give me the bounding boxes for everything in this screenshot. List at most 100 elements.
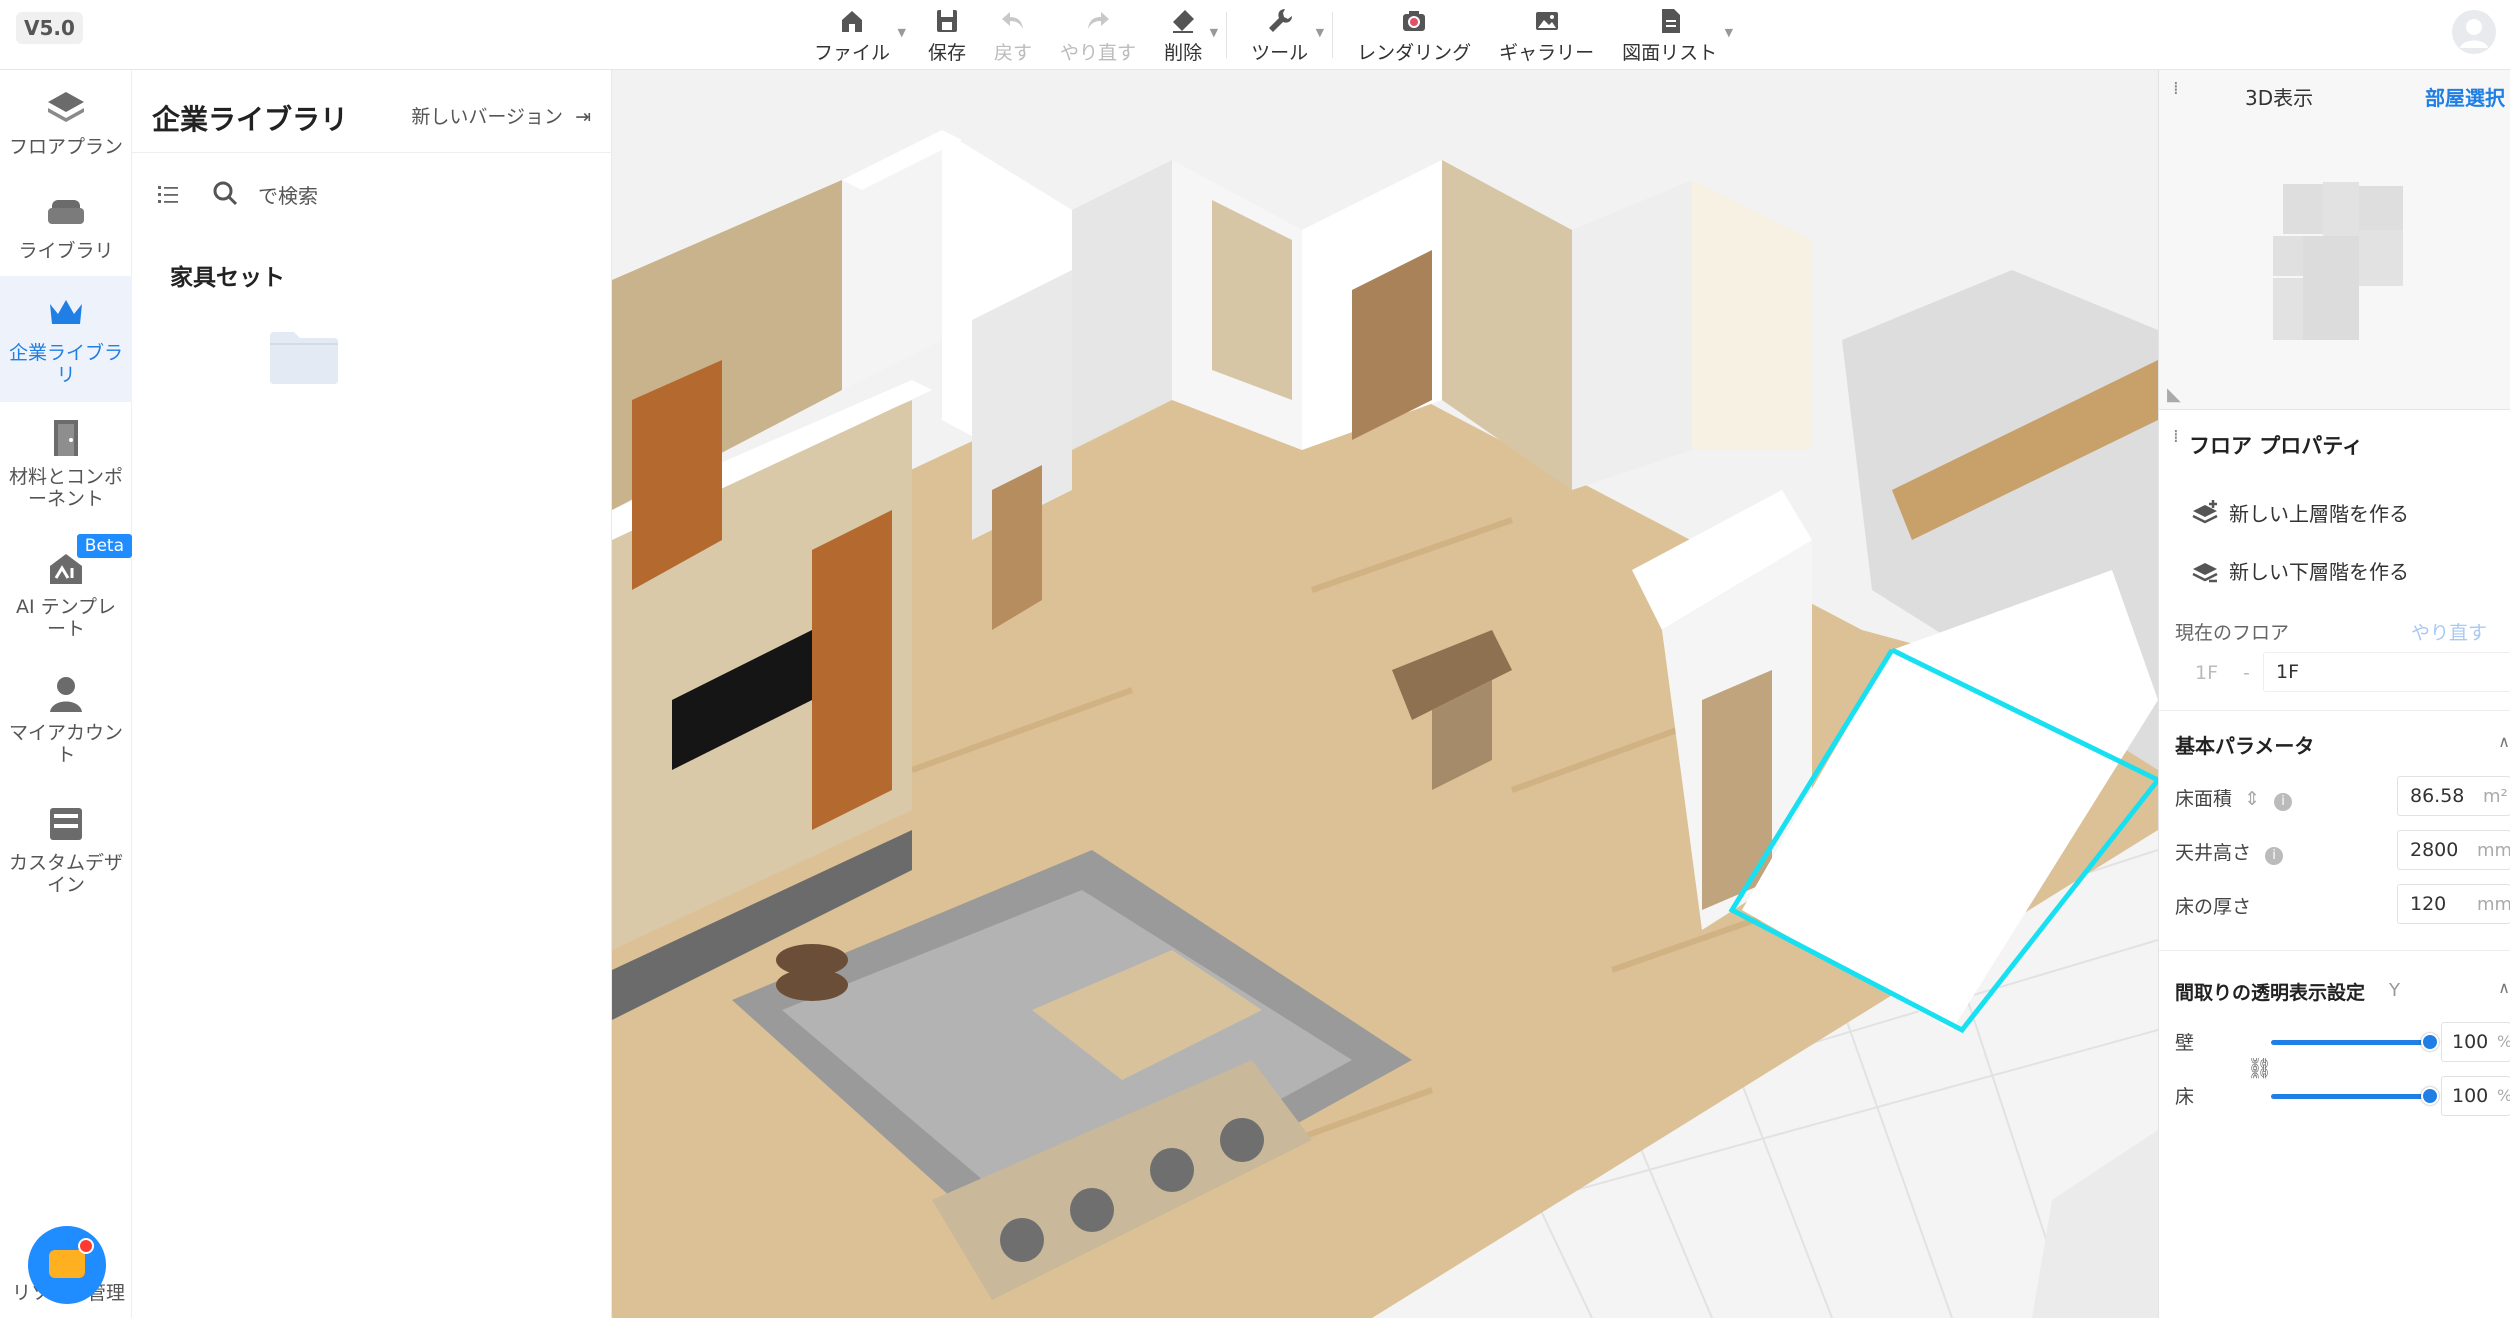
toolbar-divider	[1332, 12, 1334, 58]
search-input[interactable]: で検索	[258, 180, 318, 209]
drag-handle-icon[interactable]: ⁞	[2173, 80, 2183, 108]
transparency-key: Y	[2389, 980, 2400, 1001]
current-floor-redo[interactable]: やり直す	[2411, 618, 2487, 645]
new-version-link[interactable]: 新しいバージョン ⇥	[411, 102, 591, 129]
floor-props-title: フロア プロパティ	[2189, 434, 2364, 458]
drawing-list-label: 図面リスト	[1622, 41, 1718, 64]
save-button[interactable]: 保存	[914, 0, 980, 70]
floor-opacity-slider[interactable]	[2271, 1094, 2429, 1099]
top-toolbar: V5.0 ファイル ▼ 保存 戻す やり直す 削除 ▼ ツール ▼ レンダリング…	[0, 0, 2510, 70]
divider	[132, 152, 612, 153]
home-icon	[842, 10, 862, 32]
tools-button[interactable]: ツール ▼	[1237, 0, 1324, 70]
nav-label-enterprise-library: 企業ライブラリ	[8, 342, 123, 386]
chevron-down-icon: ▼	[1209, 26, 1219, 39]
beta-badge: Beta	[76, 534, 132, 558]
nav-item-materials[interactable]: 材料とコンポーネント	[0, 418, 132, 538]
room-select-button[interactable]: 部屋選択	[2425, 82, 2505, 111]
ceiling-height-value: 2800	[2410, 839, 2459, 861]
basic-params-title: 基本パラメータ	[2175, 734, 2315, 758]
chat-button[interactable]	[28, 1226, 106, 1304]
floor-opacity-unit: %	[2497, 1086, 2510, 1105]
chevron-up-icon[interactable]: ∧	[2498, 732, 2510, 751]
floor-area-label: 床面積 ⇕ i	[2175, 784, 2293, 811]
cabinet-icon	[50, 808, 82, 840]
divider	[2159, 950, 2510, 951]
floor-area-unit: m²	[2483, 786, 2508, 807]
3d-floorplan-render	[612, 70, 2158, 1318]
exit-icon: ⇥	[575, 106, 591, 128]
furniture-set-title: 家具セット	[170, 265, 285, 291]
search-icon[interactable]	[210, 178, 240, 208]
nav-item-library[interactable]: ライブラリ	[0, 192, 132, 278]
floor-label: 床	[2175, 1086, 2195, 1108]
add-floor-down-icon	[2192, 562, 2218, 582]
undo-button[interactable]: 戻す	[980, 0, 1046, 70]
drawing-list-button[interactable]: 図面リスト ▼	[1608, 0, 1734, 70]
document-icon	[1661, 8, 1680, 33]
redo-icon	[1088, 11, 1110, 29]
user-icon	[2460, 19, 2488, 48]
delete-label: 削除	[1164, 41, 1203, 64]
user-avatar[interactable]	[2452, 10, 2496, 54]
divider	[2159, 710, 2510, 711]
gallery-label: ギャラリー	[1499, 41, 1595, 64]
chevron-down-icon: ▼	[1724, 26, 1734, 39]
delete-button[interactable]: 削除 ▼	[1150, 0, 1219, 70]
floor-area-text: 床面積	[2175, 788, 2233, 810]
nav-item-floorplan[interactable]: フロアプラン	[0, 88, 132, 174]
sofa-icon	[48, 200, 84, 224]
floorplan-icon	[48, 92, 84, 122]
3d-viewport[interactable]: 1F ▼ 2D ▼ 3D ▼	[612, 70, 2158, 1318]
save-label: 保存	[928, 41, 967, 64]
info-icon[interactable]: i	[2265, 847, 2284, 865]
nav-item-enterprise-library[interactable]: 企業ライブラリ	[0, 276, 132, 402]
wall-opacity-unit: %	[2497, 1032, 2510, 1051]
render-button[interactable]: レンダリング	[1343, 0, 1485, 70]
folder-icon[interactable]	[268, 328, 340, 386]
save-icon	[937, 9, 958, 32]
nav-label-floorplan: フロアプラン	[8, 136, 123, 158]
undo-label: 戻す	[994, 41, 1033, 64]
floor-thickness-value: 120	[2410, 893, 2447, 915]
door-icon	[54, 420, 78, 456]
minimap[interactable]	[2273, 182, 2423, 340]
add-floor-up-icon	[2192, 499, 2218, 523]
floor-name-value: 1F	[2276, 661, 2300, 683]
link-icon[interactable]: ⛓	[2247, 1056, 2272, 1080]
version-badge: V5.0	[16, 12, 83, 44]
floor-slider-knob[interactable]	[2421, 1087, 2439, 1105]
nav-item-ai-template[interactable]: Beta AI テンプレート	[0, 534, 132, 668]
wall-label: 壁	[2175, 1032, 2195, 1054]
new-upper-label: 新しい上層階を作る	[2229, 502, 2409, 526]
list-view-icon[interactable]	[156, 182, 180, 206]
ceiling-height-text: 天井高さ	[2175, 842, 2252, 864]
new-upper-floor-button[interactable]: 新しい上層階を作る	[2191, 498, 2409, 527]
undo-icon	[1002, 11, 1024, 29]
notification-badge	[78, 1238, 94, 1254]
file-button[interactable]: ファイル ▼	[800, 0, 907, 70]
3d-view-title: 3D表示	[2245, 86, 2314, 110]
toolbar-divider	[1226, 12, 1228, 58]
camera-icon	[1403, 10, 1426, 31]
resize-corner-icon[interactable]: ◣	[2167, 384, 2181, 405]
redo-button[interactable]: やり直す	[1046, 0, 1150, 70]
drag-handle-icon[interactable]: ⁞	[2173, 428, 2183, 456]
gallery-icon	[1535, 11, 1558, 30]
3d-view-section: ⁞ 3D表示 部屋選択 ◣	[2159, 70, 2510, 410]
chevron-down-icon: ▼	[897, 26, 907, 39]
chevron-up-icon[interactable]: ∧	[2498, 978, 2510, 997]
nav-label-library: ライブラリ	[18, 240, 114, 262]
floor-name-input[interactable]: 1F	[2263, 652, 2510, 692]
wall-opacity-slider[interactable]	[2271, 1040, 2429, 1045]
nav-item-custom-design[interactable]: カスタムデザイン	[0, 804, 132, 924]
new-lower-floor-button[interactable]: 新しい下層階を作る	[2191, 556, 2409, 585]
current-floor-label: 現在のフロア	[2175, 622, 2290, 644]
info-icon[interactable]: i	[2274, 793, 2293, 811]
wall-slider-knob[interactable]	[2421, 1033, 2439, 1051]
ceiling-height-unit: mm	[2477, 840, 2510, 861]
floor-dash: -	[2243, 662, 2250, 684]
crown-icon	[50, 300, 82, 324]
gallery-button[interactable]: ギャラリー	[1485, 0, 1608, 70]
nav-item-account[interactable]: マイアカウント	[0, 674, 132, 794]
